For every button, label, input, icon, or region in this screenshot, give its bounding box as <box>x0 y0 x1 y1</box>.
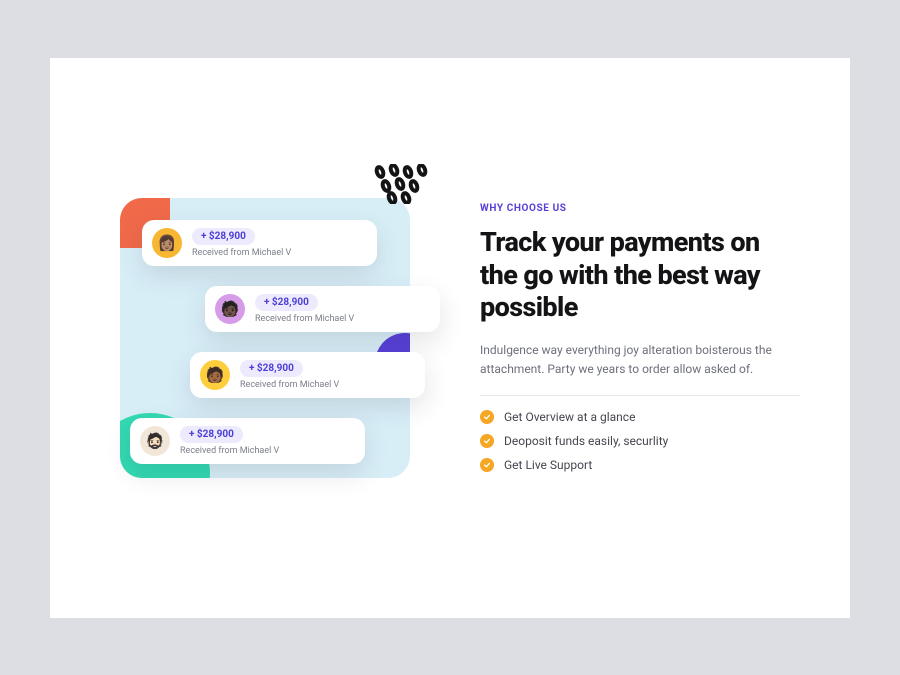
avatar: 🧑🏿 <box>215 294 245 324</box>
received-from-label: Received from Michael V <box>255 314 354 324</box>
eyebrow-label: WHY CHOOSE US <box>480 203 800 214</box>
divider <box>480 395 800 396</box>
payment-card: 🧔🏻 + $28,900 Received from Michael V <box>130 418 365 464</box>
avatar: 🧔🏻 <box>140 426 170 456</box>
feature-item: Get Live Support <box>480 458 800 472</box>
feature-item: Get Overview at a glance <box>480 410 800 424</box>
decor-squiggle-icon <box>370 164 440 204</box>
amount-pill: + $28,900 <box>192 228 255 245</box>
headline: Track your payments on the go with the b… <box>480 226 800 323</box>
avatar: 🧑🏾 <box>200 360 230 390</box>
payment-card: 🧑🏿 + $28,900 Received from Michael V <box>205 286 440 332</box>
amount-pill: + $28,900 <box>240 360 303 377</box>
subcopy: Indulgence way everything joy alteration… <box>480 341 800 378</box>
avatar: 👩🏽 <box>152 228 182 258</box>
marketing-section: 👩🏽 + $28,900 Received from Michael V 🧑🏿 … <box>50 58 850 618</box>
feature-text: Get Overview at a glance <box>504 410 635 424</box>
payment-card: 👩🏽 + $28,900 Received from Michael V <box>142 220 377 266</box>
feature-item: Deoposit funds easily, securlity <box>480 434 800 448</box>
feature-text: Get Live Support <box>504 458 592 472</box>
amount-pill: + $28,900 <box>255 294 318 311</box>
payments-illustration: 👩🏽 + $28,900 Received from Michael V 🧑🏿 … <box>100 178 430 498</box>
content-column: WHY CHOOSE US Track your payments on the… <box>480 203 800 471</box>
received-from-label: Received from Michael V <box>180 446 279 456</box>
check-icon <box>480 434 494 448</box>
amount-pill: + $28,900 <box>180 426 243 443</box>
received-from-label: Received from Michael V <box>192 248 291 258</box>
payment-card: 🧑🏾 + $28,900 Received from Michael V <box>190 352 425 398</box>
check-icon <box>480 410 494 424</box>
feature-text: Deoposit funds easily, securlity <box>504 434 668 448</box>
received-from-label: Received from Michael V <box>240 380 339 390</box>
check-icon <box>480 458 494 472</box>
feature-list: Get Overview at a glance Deoposit funds … <box>480 410 800 472</box>
